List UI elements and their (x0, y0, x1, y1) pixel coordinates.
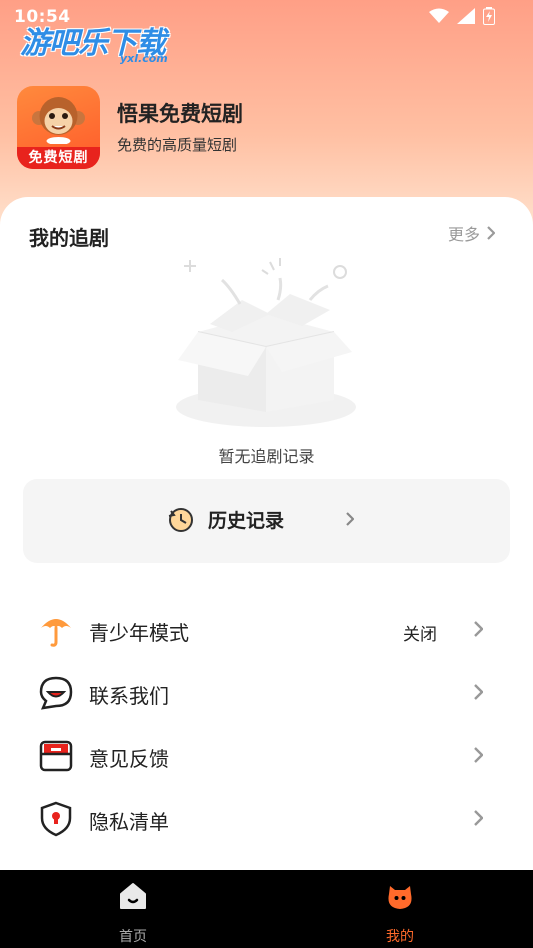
empty-box-icon (176, 258, 356, 427)
chevron-right-icon (474, 810, 483, 826)
chevron-right-icon (487, 226, 495, 240)
content-card: 我的追剧 更多 暂无追剧记录 历史记录 青少年模式 关闭 联系我们 意见反馈 隐… (0, 197, 533, 877)
bottom-nav: 首页 我的 (0, 870, 533, 948)
battery-icon (483, 7, 495, 25)
menu-item-privacy-list[interactable]: 隐私清单 (0, 789, 533, 852)
home-icon (120, 883, 146, 909)
menu-label: 联系我们 (89, 684, 169, 708)
teen-mode-status: 关闭 (403, 625, 437, 645)
profile-icon (388, 886, 412, 909)
nav-label: 首页 (119, 929, 147, 945)
app-header: 免费短剧 悟果免费短剧 免费的高质量短剧 (17, 86, 517, 170)
menu-label: 隐私清单 (89, 810, 169, 834)
status-icons (429, 7, 495, 25)
feedback-icon (39, 740, 73, 772)
menu-item-teen-mode[interactable]: 青少年模式 关闭 (0, 600, 533, 663)
menu-label: 青少年模式 (89, 621, 189, 645)
nav-mine[interactable]: 我的 (360, 880, 440, 946)
empty-state-text: 暂无追剧记录 (218, 447, 315, 466)
history-label: 历史记录 (208, 510, 285, 532)
nav-home[interactable]: 首页 (93, 880, 173, 946)
app-description: 免费的高质量短剧 (117, 136, 238, 154)
menu-item-contact-us[interactable]: 联系我们 (0, 663, 533, 726)
shield-icon (40, 801, 72, 837)
umbrella-icon (41, 619, 71, 647)
chevron-right-icon (474, 747, 483, 763)
nav-label: 我的 (386, 929, 414, 945)
watermark-url: yxl.com (120, 52, 168, 65)
menu-label: 意见反馈 (89, 747, 169, 771)
monkey-icon (32, 97, 85, 144)
logo-label: 免费短剧 (17, 147, 100, 169)
chevron-right-icon (474, 621, 483, 637)
section-title-my-follow: 我的追剧 (29, 226, 109, 250)
menu-item-feedback[interactable]: 意见反馈 (0, 726, 533, 789)
more-link[interactable]: 更多 (448, 221, 495, 245)
chevron-right-icon (474, 684, 483, 700)
chevron-right-icon (346, 512, 354, 526)
app-logo: 免费短剧 (17, 86, 100, 169)
chat-icon (39, 676, 73, 710)
wifi-icon (429, 8, 449, 23)
history-button[interactable]: 历史记录 (23, 479, 510, 563)
more-label: 更多 (447, 225, 480, 244)
signal-icon (457, 8, 475, 24)
app-name: 悟果免费短剧 (117, 102, 243, 126)
clock-history-icon (168, 507, 193, 532)
